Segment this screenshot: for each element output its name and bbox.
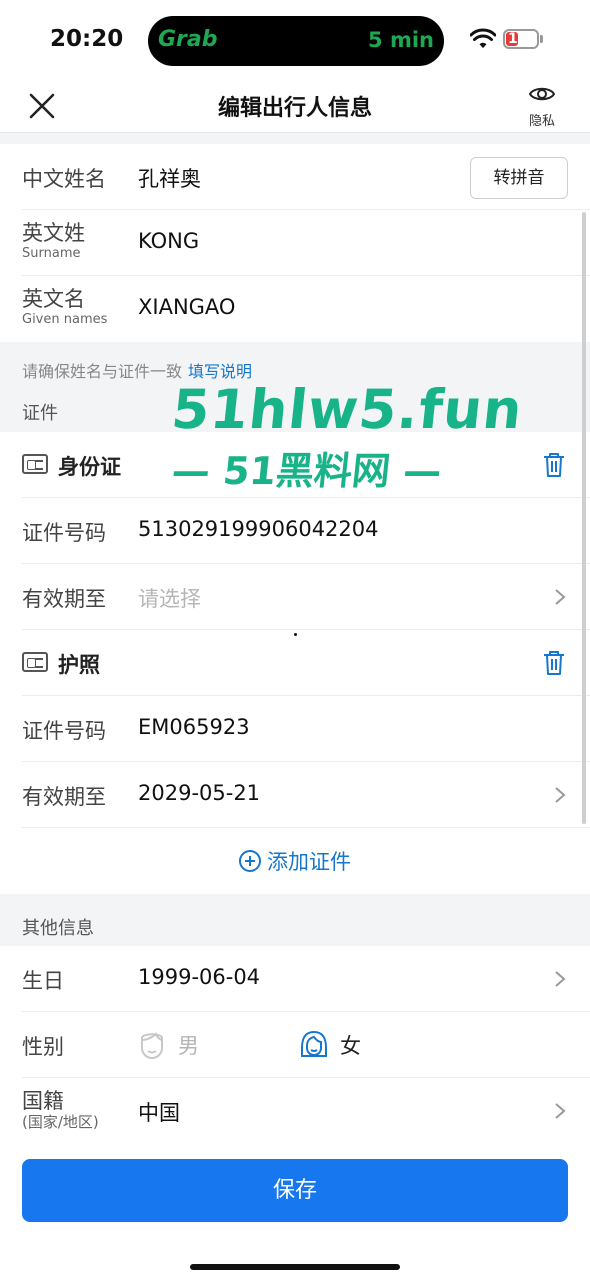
ride-eta: 5 min [368, 28, 434, 52]
female-face-icon [301, 1030, 327, 1057]
chevron-right-icon [555, 787, 566, 803]
document-expiry-field[interactable]: 2029-05-21 [138, 781, 260, 805]
name-hint-text: 请确保姓名与证件一致 填写说明 [22, 358, 252, 382]
page-title: 编辑出行人信息 [217, 96, 372, 121]
chevron-right-icon [555, 589, 566, 605]
given-name-row: 英文名 Given names XIANGAO [0, 276, 590, 342]
document-number-row: 证件号码 EM065923 [0, 696, 590, 762]
battery-percent: 11 [508, 31, 528, 47]
document-number-label: 证件号码 [22, 521, 106, 545]
battery-icon: 11 [503, 29, 539, 49]
document-header-passport: 护照 [0, 630, 590, 696]
document-expiry-field[interactable]: 请选择 [138, 583, 201, 613]
surname-row: 英文姓 Surname KONG [0, 210, 590, 276]
document-header-id-card: 身份证 [0, 432, 590, 498]
name-hint: 请确保姓名与证件一致 填写说明 [0, 342, 590, 392]
given-name-field[interactable]: XIANGAO [138, 295, 235, 319]
given-name-sublabel: Given names [22, 312, 108, 327]
fill-instructions-link[interactable]: 填写说明 [188, 362, 252, 381]
surname-label: 英文姓 Surname [22, 220, 85, 262]
document-expiry-label: 有效期至 [22, 587, 106, 611]
save-button[interactable]: 保存 [22, 1159, 568, 1222]
surname-sublabel: Surname [22, 246, 81, 261]
birthday-label: 生日 [22, 969, 64, 993]
chinese-name-field[interactable]: 孔祥奥 [138, 163, 201, 193]
document-number-label: 证件号码 [22, 719, 106, 743]
grab-logo: Grab [158, 27, 218, 52]
chevron-right-icon [555, 1103, 566, 1119]
surname-label-text: 英文姓 [22, 221, 85, 245]
document-type-name: 身份证 [58, 455, 121, 479]
given-name-label-text: 英文名 [22, 287, 85, 311]
nationality-label-text: 国籍 [22, 1089, 64, 1113]
documents-section-title: 证件 [0, 392, 590, 432]
gender-option-male[interactable]: 男 [138, 1028, 199, 1062]
chevron-right-icon [555, 971, 566, 987]
wifi-icon [470, 28, 496, 48]
status-bar: 20:20 Grab 5 min 11 [0, 0, 590, 80]
given-name-label: 英文名 Given names [22, 286, 107, 328]
nationality-label: 国籍 (国家/地区) [22, 1088, 99, 1130]
chinese-name-label: 中文姓名 [22, 167, 106, 191]
birthday-row[interactable]: 生日 1999-06-04 [0, 946, 590, 1012]
gender-female-label: 女 [340, 1034, 361, 1058]
other-info-section-title: 其他信息 [0, 894, 590, 946]
convert-pinyin-button[interactable]: 转拼音 [470, 157, 568, 199]
status-time: 20:20 [50, 26, 124, 52]
documents-title: 证件 [22, 403, 58, 424]
id-card-icon [22, 454, 48, 474]
stray-dot [294, 633, 297, 636]
dynamic-island[interactable]: Grab 5 min [148, 16, 444, 66]
section-gap [0, 132, 590, 144]
gender-row: 性别 男 女 [0, 1012, 590, 1078]
chinese-name-row: 中文姓名 孔祥奥 转拼音 [0, 144, 590, 210]
nationality-row[interactable]: 国籍 (国家/地区) 中国 [0, 1078, 590, 1142]
add-document-text: 添加证件 [267, 850, 351, 874]
trash-icon[interactable] [542, 452, 566, 478]
privacy-label: 隐私 [528, 114, 555, 129]
privacy-button[interactable]: 隐私 [522, 84, 562, 129]
plus-circle-icon [239, 850, 261, 872]
document-number-field[interactable]: EM065923 [138, 715, 250, 739]
scrollbar[interactable] [582, 212, 586, 824]
nationality-field[interactable]: 中国 [138, 1097, 180, 1127]
gender-option-female[interactable]: 女 [300, 1028, 361, 1062]
document-type-name: 护照 [58, 653, 100, 677]
home-indicator [190, 1264, 400, 1270]
trash-icon[interactable] [542, 650, 566, 676]
document-expiry-label: 有效期至 [22, 785, 106, 809]
gender-label: 性别 [22, 1035, 64, 1059]
male-face-icon [141, 1032, 163, 1060]
add-document-label: 添加证件 [0, 846, 590, 876]
battery-tip [540, 35, 543, 43]
add-document-button[interactable]: 添加证件 [0, 828, 590, 894]
form-content: 中文姓名 孔祥奥 转拼音 英文姓 Surname KONG 英文名 Given … [0, 132, 590, 1142]
document-number-row: 证件号码 513029199906042204 [0, 498, 590, 564]
nationality-sublabel: (国家/地区) [22, 1113, 99, 1131]
nav-bar: 编辑出行人信息 隐私 [0, 80, 590, 132]
hint-text: 请确保姓名与证件一致 [22, 362, 183, 381]
gender-male-label: 男 [178, 1034, 199, 1058]
document-expiry-row[interactable]: 有效期至 2029-05-21 [0, 762, 590, 828]
eye-icon [528, 87, 556, 101]
document-number-field[interactable]: 513029199906042204 [138, 517, 379, 541]
passport-icon [22, 652, 48, 672]
birthday-field[interactable]: 1999-06-04 [138, 965, 260, 989]
surname-field[interactable]: KONG [138, 229, 199, 253]
other-info-title: 其他信息 [22, 918, 94, 939]
document-expiry-row[interactable]: 有效期至 请选择 [0, 564, 590, 630]
